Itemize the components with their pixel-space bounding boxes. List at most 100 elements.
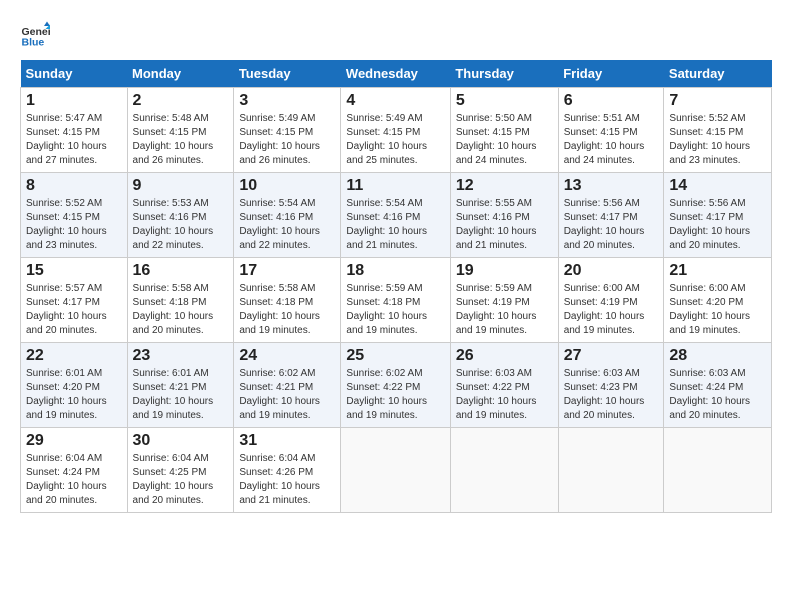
calendar-cell: 20 Sunrise: 6:00 AM Sunset: 4:19 PM Dayl… — [558, 258, 664, 343]
svg-text:Blue: Blue — [22, 37, 45, 49]
logo-icon: General Blue — [20, 20, 50, 50]
calendar-cell: 15 Sunrise: 5:57 AM Sunset: 4:17 PM Dayl… — [21, 258, 128, 343]
calendar-cell: 29 Sunrise: 6:04 AM Sunset: 4:24 PM Dayl… — [21, 428, 128, 513]
calendar-cell: 30 Sunrise: 6:04 AM Sunset: 4:25 PM Dayl… — [127, 428, 234, 513]
day-info: Sunrise: 5:54 AM Sunset: 4:16 PM Dayligh… — [239, 197, 335, 253]
day-number: 16 — [133, 262, 229, 280]
day-number: 26 — [456, 347, 553, 365]
calendar-cell: 3 Sunrise: 5:49 AM Sunset: 4:15 PM Dayli… — [234, 88, 341, 173]
calendar-cell: 7 Sunrise: 5:52 AM Sunset: 4:15 PM Dayli… — [664, 88, 772, 173]
day-info: Sunrise: 6:03 AM Sunset: 4:24 PM Dayligh… — [669, 367, 766, 423]
day-number: 27 — [564, 347, 659, 365]
calendar-week-row: 1 Sunrise: 5:47 AM Sunset: 4:15 PM Dayli… — [21, 88, 772, 173]
weekday-header: Wednesday — [341, 60, 450, 88]
day-number: 10 — [239, 177, 335, 195]
calendar-week-row: 29 Sunrise: 6:04 AM Sunset: 4:24 PM Dayl… — [21, 428, 772, 513]
calendar-cell: 31 Sunrise: 6:04 AM Sunset: 4:26 PM Dayl… — [234, 428, 341, 513]
calendar-cell: 8 Sunrise: 5:52 AM Sunset: 4:15 PM Dayli… — [21, 173, 128, 258]
day-number: 5 — [456, 92, 553, 110]
weekday-header: Saturday — [664, 60, 772, 88]
calendar-cell: 23 Sunrise: 6:01 AM Sunset: 4:21 PM Dayl… — [127, 343, 234, 428]
weekday-header-row: SundayMondayTuesdayWednesdayThursdayFrid… — [21, 60, 772, 88]
day-number: 1 — [26, 92, 122, 110]
day-number: 29 — [26, 432, 122, 450]
calendar-cell — [450, 428, 558, 513]
day-number: 8 — [26, 177, 122, 195]
day-info: Sunrise: 5:59 AM Sunset: 4:18 PM Dayligh… — [346, 282, 444, 338]
day-info: Sunrise: 6:04 AM Sunset: 4:26 PM Dayligh… — [239, 452, 335, 508]
calendar-cell: 14 Sunrise: 5:56 AM Sunset: 4:17 PM Dayl… — [664, 173, 772, 258]
day-info: Sunrise: 5:57 AM Sunset: 4:17 PM Dayligh… — [26, 282, 122, 338]
day-info: Sunrise: 5:56 AM Sunset: 4:17 PM Dayligh… — [564, 197, 659, 253]
calendar-cell: 11 Sunrise: 5:54 AM Sunset: 4:16 PM Dayl… — [341, 173, 450, 258]
calendar-cell: 17 Sunrise: 5:58 AM Sunset: 4:18 PM Dayl… — [234, 258, 341, 343]
day-number: 9 — [133, 177, 229, 195]
day-number: 20 — [564, 262, 659, 280]
weekday-header: Thursday — [450, 60, 558, 88]
day-info: Sunrise: 6:01 AM Sunset: 4:20 PM Dayligh… — [26, 367, 122, 423]
day-number: 28 — [669, 347, 766, 365]
day-number: 30 — [133, 432, 229, 450]
calendar-cell — [664, 428, 772, 513]
calendar-table: SundayMondayTuesdayWednesdayThursdayFrid… — [20, 60, 772, 513]
day-info: Sunrise: 5:49 AM Sunset: 4:15 PM Dayligh… — [346, 112, 444, 168]
day-info: Sunrise: 5:51 AM Sunset: 4:15 PM Dayligh… — [564, 112, 659, 168]
day-info: Sunrise: 5:47 AM Sunset: 4:15 PM Dayligh… — [26, 112, 122, 168]
weekday-header: Monday — [127, 60, 234, 88]
weekday-header: Sunday — [21, 60, 128, 88]
calendar-cell: 13 Sunrise: 5:56 AM Sunset: 4:17 PM Dayl… — [558, 173, 664, 258]
day-info: Sunrise: 5:54 AM Sunset: 4:16 PM Dayligh… — [346, 197, 444, 253]
day-info: Sunrise: 5:48 AM Sunset: 4:15 PM Dayligh… — [133, 112, 229, 168]
day-number: 4 — [346, 92, 444, 110]
calendar-cell: 9 Sunrise: 5:53 AM Sunset: 4:16 PM Dayli… — [127, 173, 234, 258]
calendar-week-row: 8 Sunrise: 5:52 AM Sunset: 4:15 PM Dayli… — [21, 173, 772, 258]
calendar-week-row: 22 Sunrise: 6:01 AM Sunset: 4:20 PM Dayl… — [21, 343, 772, 428]
calendar-cell: 5 Sunrise: 5:50 AM Sunset: 4:15 PM Dayli… — [450, 88, 558, 173]
day-info: Sunrise: 5:49 AM Sunset: 4:15 PM Dayligh… — [239, 112, 335, 168]
day-info: Sunrise: 5:55 AM Sunset: 4:16 PM Dayligh… — [456, 197, 553, 253]
day-number: 2 — [133, 92, 229, 110]
day-info: Sunrise: 5:59 AM Sunset: 4:19 PM Dayligh… — [456, 282, 553, 338]
calendar-cell: 2 Sunrise: 5:48 AM Sunset: 4:15 PM Dayli… — [127, 88, 234, 173]
calendar-cell: 24 Sunrise: 6:02 AM Sunset: 4:21 PM Dayl… — [234, 343, 341, 428]
weekday-header: Friday — [558, 60, 664, 88]
day-number: 31 — [239, 432, 335, 450]
day-number: 15 — [26, 262, 122, 280]
day-number: 12 — [456, 177, 553, 195]
day-number: 6 — [564, 92, 659, 110]
day-info: Sunrise: 6:00 AM Sunset: 4:20 PM Dayligh… — [669, 282, 766, 338]
day-info: Sunrise: 5:52 AM Sunset: 4:15 PM Dayligh… — [669, 112, 766, 168]
weekday-header: Tuesday — [234, 60, 341, 88]
calendar-cell: 1 Sunrise: 5:47 AM Sunset: 4:15 PM Dayli… — [21, 88, 128, 173]
day-number: 25 — [346, 347, 444, 365]
calendar-cell: 6 Sunrise: 5:51 AM Sunset: 4:15 PM Dayli… — [558, 88, 664, 173]
day-number: 7 — [669, 92, 766, 110]
day-number: 21 — [669, 262, 766, 280]
day-info: Sunrise: 6:01 AM Sunset: 4:21 PM Dayligh… — [133, 367, 229, 423]
logo: General Blue — [20, 20, 54, 50]
calendar-cell: 21 Sunrise: 6:00 AM Sunset: 4:20 PM Dayl… — [664, 258, 772, 343]
calendar-cell — [558, 428, 664, 513]
day-number: 17 — [239, 262, 335, 280]
day-number: 11 — [346, 177, 444, 195]
day-number: 13 — [564, 177, 659, 195]
calendar-cell: 18 Sunrise: 5:59 AM Sunset: 4:18 PM Dayl… — [341, 258, 450, 343]
calendar-cell: 10 Sunrise: 5:54 AM Sunset: 4:16 PM Dayl… — [234, 173, 341, 258]
day-info: Sunrise: 5:52 AM Sunset: 4:15 PM Dayligh… — [26, 197, 122, 253]
day-number: 23 — [133, 347, 229, 365]
calendar-cell: 28 Sunrise: 6:03 AM Sunset: 4:24 PM Dayl… — [664, 343, 772, 428]
day-number: 18 — [346, 262, 444, 280]
calendar-week-row: 15 Sunrise: 5:57 AM Sunset: 4:17 PM Dayl… — [21, 258, 772, 343]
day-info: Sunrise: 6:03 AM Sunset: 4:23 PM Dayligh… — [564, 367, 659, 423]
day-number: 14 — [669, 177, 766, 195]
day-info: Sunrise: 6:02 AM Sunset: 4:21 PM Dayligh… — [239, 367, 335, 423]
day-info: Sunrise: 5:50 AM Sunset: 4:15 PM Dayligh… — [456, 112, 553, 168]
day-number: 3 — [239, 92, 335, 110]
calendar-cell: 12 Sunrise: 5:55 AM Sunset: 4:16 PM Dayl… — [450, 173, 558, 258]
day-info: Sunrise: 5:58 AM Sunset: 4:18 PM Dayligh… — [239, 282, 335, 338]
day-number: 24 — [239, 347, 335, 365]
day-info: Sunrise: 6:03 AM Sunset: 4:22 PM Dayligh… — [456, 367, 553, 423]
day-number: 19 — [456, 262, 553, 280]
day-info: Sunrise: 6:04 AM Sunset: 4:24 PM Dayligh… — [26, 452, 122, 508]
day-number: 22 — [26, 347, 122, 365]
